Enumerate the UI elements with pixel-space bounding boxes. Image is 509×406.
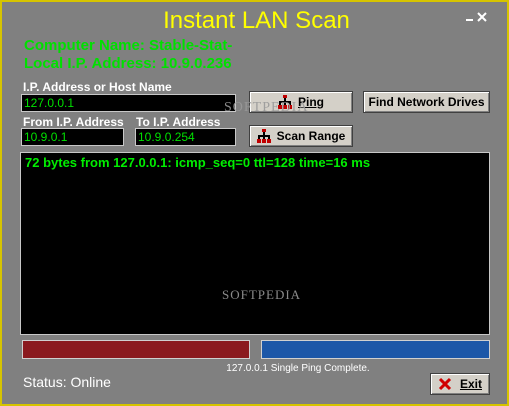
to-ip-label: To I.P. Address [136, 115, 221, 129]
host-label: I.P. Address or Host Name [23, 80, 172, 94]
scan-range-button-label: Scan Range [276, 129, 346, 143]
host-input[interactable]: 127.0.0.1 [21, 94, 236, 112]
window-title: Instant LAN Scan [163, 7, 350, 34]
exit-icon [438, 377, 452, 391]
minimize-icon[interactable] [465, 12, 474, 21]
to-ip-input[interactable]: 10.9.0.254 [135, 128, 236, 146]
scan-icon [256, 129, 271, 143]
exit-button[interactable]: Exit [430, 373, 490, 395]
from-ip-input[interactable]: 10.9.0.1 [21, 128, 124, 146]
output-console[interactable]: 72 bytes from 127.0.0.1: icmp_seq=0 ttl=… [20, 152, 490, 335]
scan-range-button[interactable]: Scan Range [249, 125, 353, 147]
watermark-text: SOFTPEDIA [224, 100, 309, 115]
watermark-text-lower: SOFTPEDIA [222, 287, 302, 302]
close-icon[interactable] [477, 12, 487, 22]
find-network-drives-button[interactable]: Find Network Drives [363, 91, 490, 113]
progress-bar-left [22, 340, 250, 359]
app-window: Instant LAN Scan Computer Name: Stable-S… [0, 0, 509, 406]
output-line: 72 bytes from 127.0.0.1: icmp_seq=0 ttl=… [25, 155, 371, 170]
progress-bar-right [261, 340, 490, 359]
status-text: Status: Online [23, 374, 111, 390]
local-ip-text: Local I.P. Address: 10.9.0.236 [24, 55, 232, 72]
exit-button-label: Exit [459, 377, 482, 391]
progress-message: 127.0.0.1 Single Ping Complete. [226, 363, 370, 374]
computer-name-text: Computer Name: Stable-Stat- [24, 37, 233, 54]
from-ip-label: From I.P. Address [23, 115, 124, 129]
